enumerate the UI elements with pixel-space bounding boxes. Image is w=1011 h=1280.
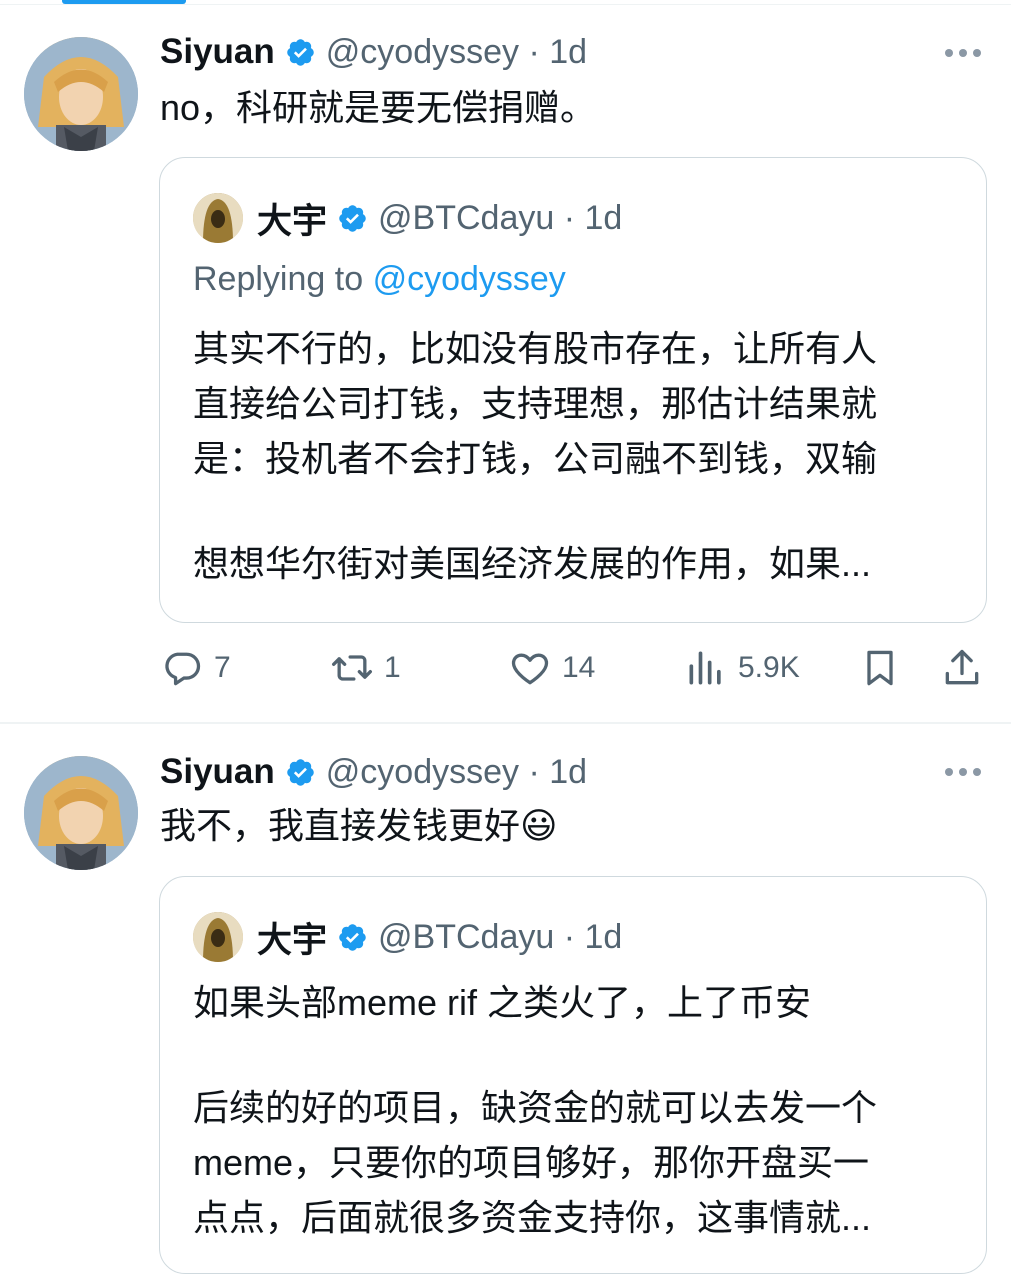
grinning-face-emoji: 😃 [520,805,558,846]
avatar[interactable] [24,756,138,870]
quote-avatar [193,193,243,243]
tweet-text: no，科研就是要无偿捐赠。 [160,87,597,128]
more-horizontal-icon[interactable] [945,765,981,779]
timestamp[interactable]: 1d [549,33,587,72]
quote-timestamp: 1d [584,198,623,237]
retweet-button[interactable]: 1 [330,638,401,698]
author-name[interactable]: Siyuan [160,752,275,792]
bookmark-button[interactable] [858,638,902,698]
replying-to-handle[interactable]: @cyodyssey [373,260,566,298]
timestamp[interactable]: 1d [549,753,587,792]
verified-badge-icon [287,38,314,66]
tweet-header: Siyuan @cyodyssey · 1d [160,32,587,72]
author-handle[interactable]: @cyodyssey [326,33,519,72]
retweet-icon [332,655,372,681]
tweet-header: Siyuan @cyodyssey · 1d [160,752,587,792]
verified-badge-icon [339,923,366,951]
verified-badge-icon [287,758,314,786]
heart-icon [511,653,549,685]
quote-text-line: meme，只要你的项目够好，那你开盘买一 [193,1142,870,1183]
quote-author-name: 大宇 [257,201,328,241]
author-handle[interactable]: @cyodyssey [326,753,519,792]
quote-text-line: 其实不行的，比如没有股市存在，让所有人 [193,328,878,369]
quote-author-name: 大宇 [257,920,328,960]
verified-badge-icon [339,204,366,232]
like-count: 14 [562,651,596,684]
like-button[interactable]: 14 [508,638,595,698]
quote-header: 大宇 @BTCdayu · 1d [193,912,622,962]
author-name[interactable]: Siyuan [160,32,275,72]
avatar[interactable] [24,37,138,151]
tweet[interactable]: Siyuan @cyodyssey · 1d no，科研就是要无偿捐赠。 大宇 [0,0,1011,722]
reply-button[interactable]: 7 [160,638,231,698]
view-count: 5.9K [738,651,800,684]
quote-text-line: 后续的好的项目，缺资金的就可以去发一个 [193,1087,878,1128]
tweet-actions: 7 1 14 5.9K [0,638,1011,698]
quote-author-handle: @BTCdayu [378,917,555,956]
quote-avatar [193,912,243,962]
quote-timestamp: 1d [584,917,623,956]
quote-text-line: 直接给公司打钱，支持理想，那估计结果就 [193,383,878,424]
tweet-text-row: 我不，我直接发钱更好😃 [160,806,558,846]
quote-text-line: 如果头部meme rif 之类火了，上了币安 [193,982,812,1023]
separator-dot: · [519,32,550,71]
retweet-count: 1 [384,651,401,684]
quoted-tweet[interactable]: 大宇 @BTCdayu · 1d 如果头部meme rif 之类火了，上了币安 … [159,876,987,1274]
reply-icon [165,652,201,686]
separator-dot: · [519,752,550,791]
share-button[interactable] [940,638,984,698]
quote-text-line: 是：投机者不会打钱，公司融不到钱，双输 [193,438,878,479]
replying-to: Replying to @cyodyssey [193,260,566,299]
separator-dot: · [554,917,585,956]
bookmark-icon [867,650,893,686]
quoted-tweet[interactable]: 大宇 @BTCdayu · 1d Replying to @cyodyssey … [159,157,987,623]
replying-to-label: Replying to [193,260,364,298]
reply-count: 7 [214,651,231,684]
views-chart-icon [689,651,721,685]
quote-author-handle: @BTCdayu [378,198,555,237]
tweet[interactable]: Siyuan @cyodyssey · 1d 我不，我直接发钱更好😃 大宇 @B… [0,724,1011,1280]
views-button[interactable]: 5.9K [684,638,800,698]
share-icon [945,649,979,685]
quote-text-line: 点点，后面就很多资金支持你，这事情就... [193,1197,872,1238]
tweet-text: 我不，我直接发钱更好 [160,805,521,846]
quote-text-line: 想想华尔街对美国经济发展的作用，如果... [193,543,872,584]
more-horizontal-icon[interactable] [945,46,981,60]
separator-dot: · [554,198,585,237]
quote-header: 大宇 @BTCdayu · 1d [193,193,622,243]
